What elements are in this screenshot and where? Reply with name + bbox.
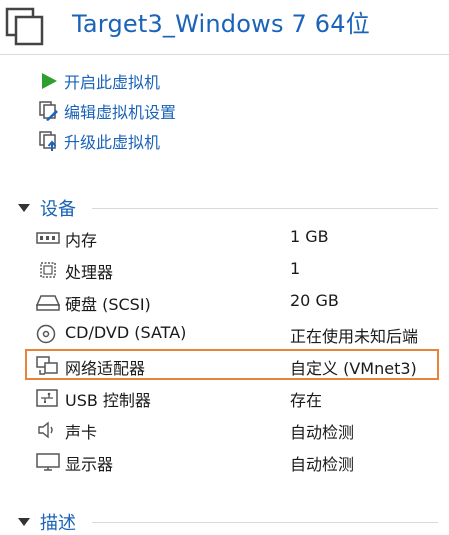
header-divider xyxy=(0,54,449,55)
device-value: 存在 xyxy=(290,391,323,410)
play-icon xyxy=(38,70,60,92)
section-title: 描述 xyxy=(40,513,76,534)
usb-icon xyxy=(36,389,58,407)
description-section-header[interactable]: 描述 xyxy=(18,510,76,534)
edit-vm-settings-link[interactable]: 编辑虚拟机设置 xyxy=(38,98,176,124)
upgrade-icon xyxy=(38,130,60,152)
device-value: 1 GB xyxy=(290,227,329,246)
devices-section-header[interactable]: 设备 xyxy=(18,196,76,220)
device-value: 正在使用未知后端 xyxy=(290,327,419,346)
device-name: 处理器 xyxy=(65,263,114,282)
collapse-triangle-icon xyxy=(18,204,30,212)
device-value: 1 xyxy=(290,259,301,278)
action-label: 开启此虚拟机 xyxy=(64,73,161,92)
device-row-memory[interactable]: 内存 1 GB xyxy=(36,224,436,252)
vm-header: Target3_Windows 7 64位 xyxy=(0,0,449,52)
device-value: 自动检测 xyxy=(290,423,355,442)
device-name: 显示器 xyxy=(65,455,114,474)
action-label: 升级此虚拟机 xyxy=(64,133,161,152)
section-title: 设备 xyxy=(40,199,76,220)
device-value: 20 GB xyxy=(290,291,339,310)
monitor-icon xyxy=(36,453,60,471)
vm-title: Target3_Windows 7 64位 xyxy=(72,10,370,38)
device-name: 声卡 xyxy=(65,423,98,442)
speaker-icon xyxy=(38,421,53,439)
processor-icon xyxy=(40,262,56,278)
power-on-vm-link[interactable]: 开启此虚拟机 xyxy=(38,68,160,94)
device-row-usb-controller[interactable]: USB 控制器 存在 xyxy=(36,384,436,412)
device-name: 硬盘 (SCSI) xyxy=(65,295,151,314)
description-divider xyxy=(92,522,438,523)
memory-icon xyxy=(36,232,60,244)
device-row-hard-disk[interactable]: 硬盘 (SCSI) 20 GB xyxy=(36,288,436,316)
device-name: 内存 xyxy=(65,231,98,250)
hard-disk-icon xyxy=(36,295,60,311)
upgrade-vm-link[interactable]: 升级此虚拟机 xyxy=(38,128,160,154)
device-row-cd-dvd[interactable]: CD/DVD (SATA) 正在使用未知后端 xyxy=(36,320,436,348)
virtual-machine-icon xyxy=(5,7,44,46)
device-name: USB 控制器 xyxy=(65,391,151,410)
edit-settings-icon xyxy=(38,100,60,122)
device-row-sound-card[interactable]: 声卡 自动检测 xyxy=(36,416,436,444)
device-row-processor[interactable]: 处理器 1 xyxy=(36,256,436,284)
device-name: CD/DVD (SATA) xyxy=(65,323,187,342)
action-label: 编辑虚拟机设置 xyxy=(64,103,177,122)
device-row-display[interactable]: 显示器 自动检测 xyxy=(36,448,436,476)
device-value: 自动检测 xyxy=(290,455,355,474)
devices-divider xyxy=(92,208,438,209)
network-adapter-highlight-box xyxy=(25,349,439,380)
cd-dvd-icon xyxy=(36,324,56,344)
